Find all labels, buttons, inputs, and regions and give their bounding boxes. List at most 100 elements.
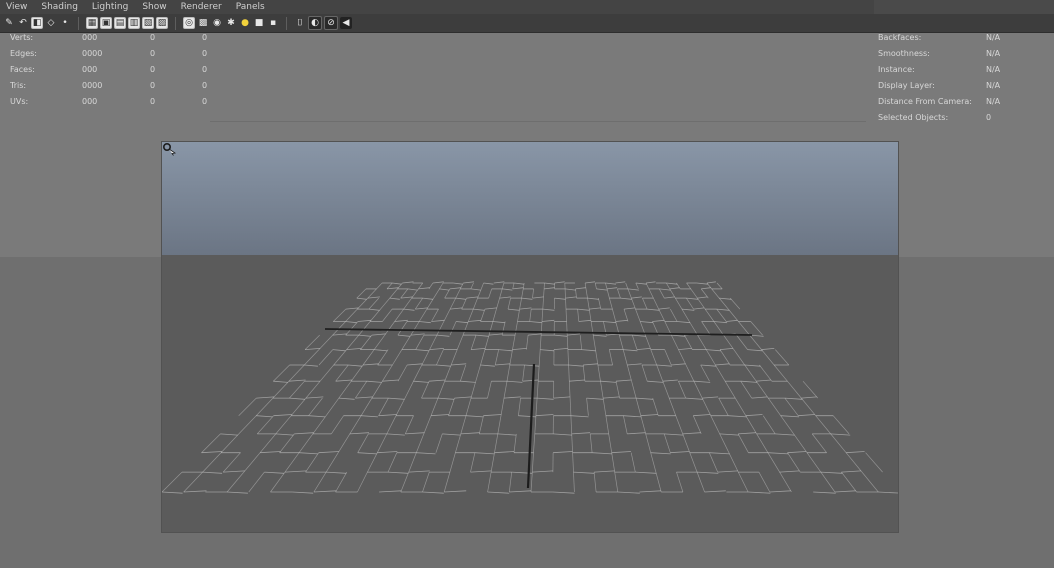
mesh-edge [358,321,371,336]
mesh-edge [382,308,393,322]
mesh-edge [684,334,693,350]
mesh-edge [436,364,451,367]
mesh-edge [641,364,648,382]
mesh-edge [429,334,438,350]
mesh-edge [522,379,539,382]
mesh-edge [357,319,372,322]
menu-panels[interactable]: Panels [229,0,272,14]
film-gate-icon[interactable]: ▣ [100,17,112,29]
mouse-cursor-icon [162,142,177,156]
mesh-edge [521,288,524,299]
mesh-edge [492,309,497,322]
mesh-edge [397,364,408,382]
mesh-edge [304,364,318,367]
mesh-edge [501,321,506,336]
antialias-icon[interactable]: ⊘ [324,16,338,30]
mesh-edge [811,433,827,453]
mesh-edge [666,282,678,285]
mesh-edge [512,282,515,289]
mesh-edge [588,309,592,322]
mesh-edge [292,491,314,494]
mesh-edge [635,398,642,416]
mesh-edge [632,334,646,337]
mesh-edge [308,397,323,416]
mesh-edge [728,415,747,418]
3d-viewport[interactable] [161,141,899,533]
mesh-edge [279,433,295,453]
menu-renderer[interactable]: Renderer [174,0,229,14]
mesh-edge [512,287,524,290]
resolution-gate-icon[interactable]: ▤ [114,17,126,29]
mesh-edge [325,397,340,416]
camera-lock-icon[interactable]: ◀ [340,17,352,29]
mesh-edge [635,282,639,290]
ambient-occlusion-icon[interactable]: ■ [253,17,265,29]
mesh-edge [719,349,731,366]
menu-show[interactable]: Show [135,0,173,14]
mesh-edge [575,287,586,290]
mesh-edge [640,415,647,434]
select-camera-icon[interactable]: ✎ [3,17,15,29]
mesh-edge [626,364,632,382]
gate-tools-group: ▦ ▣ ▤ ▥ ▧ ▨ [83,14,171,32]
mesh-edge [802,380,819,399]
mesh-edge [408,470,430,473]
mesh-edge [658,288,665,299]
mesh-edge [693,414,711,417]
mesh-edge [535,414,554,417]
mesh-edge [541,309,544,322]
isolate-icon[interactable]: ⌷ [294,17,306,29]
mesh-edge [436,349,444,366]
terrain-wireframe-mesh[interactable] [162,142,899,533]
mesh-edge [652,397,659,416]
mesh-edge [430,414,449,417]
mesh-edge [442,433,461,436]
camera-attr-icon[interactable]: ◇ [45,17,57,29]
default-light-icon[interactable]: ✱ [225,17,237,29]
shadows-icon[interactable]: ● [239,17,251,29]
bookmark-icon[interactable]: ◧ [31,17,43,29]
mesh-edge [519,298,522,310]
gate-mask-icon[interactable]: ▥ [128,17,140,29]
mesh-edge [585,288,588,299]
textured-icon[interactable]: ◉ [211,17,223,29]
menu-shading[interactable]: Shading [34,0,85,14]
mesh-edge [553,433,572,436]
undo-view-icon[interactable]: ↶ [17,17,29,29]
mesh-edge [290,397,307,416]
mesh-edge [357,433,369,453]
mesh-edge [507,298,511,310]
mesh-edge [413,364,423,382]
mesh-edge [450,349,458,366]
menu-view[interactable]: View [0,0,34,14]
menu-lighting[interactable]: Lighting [85,0,135,14]
mesh-edge [719,348,734,350]
mesh-edge [484,307,497,310]
mesh-edge [723,334,735,350]
mesh-edge [669,288,676,299]
mesh-edge [674,297,683,310]
mesh-edge [443,472,451,493]
wireframe-icon[interactable]: ◎ [183,17,195,29]
safe-action-icon[interactable]: ▨ [156,17,168,29]
smooth-shade-icon[interactable]: ▩ [197,17,209,29]
mesh-edge [451,363,467,366]
grid-icon[interactable]: ▦ [86,17,98,29]
mesh-edge [586,398,589,416]
mesh-edge [704,308,715,322]
mesh-edge [492,321,505,324]
mesh-edge [664,433,684,436]
mesh-edge [304,349,320,366]
dot-icon[interactable]: • [59,17,71,29]
field-chart-icon[interactable]: ▧ [142,17,154,29]
mesh-edge [289,397,305,400]
mesh-edge [631,334,638,350]
mesh-edge [459,364,467,382]
motion-blur-icon[interactable]: ◐ [308,16,322,30]
mesh-edge [566,335,569,350]
mesh-edge [506,380,523,383]
mesh-edge [508,472,513,493]
mesh-edge [622,349,628,366]
mesh-edge [468,319,482,322]
xray-icon[interactable]: ▪ [267,17,279,29]
